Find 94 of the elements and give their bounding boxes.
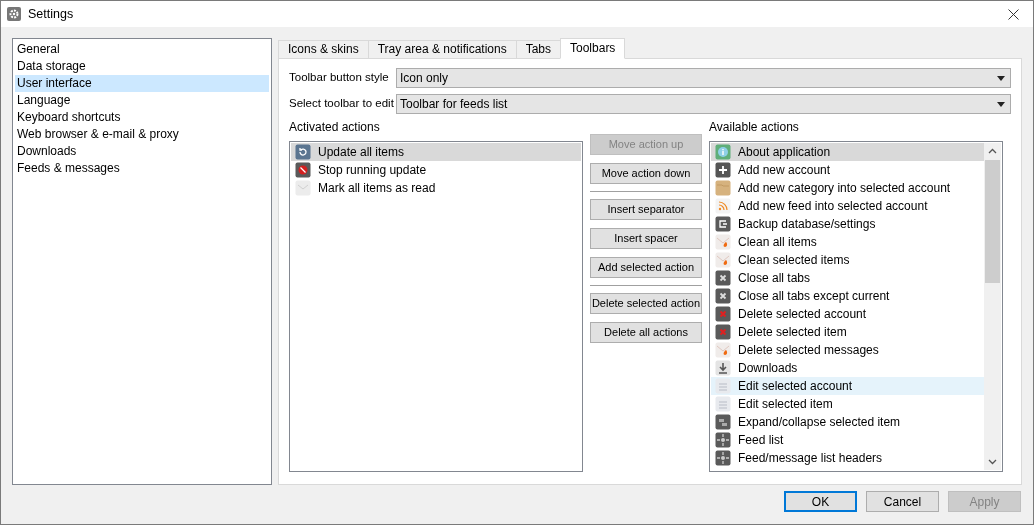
list-item[interactable]: Delete selected messages [711,341,984,359]
close-icon[interactable] [1008,8,1019,20]
item-label: About application [738,144,831,161]
close-icon [715,270,731,286]
tree-icon [715,414,731,430]
list-item[interactable]: Clean all items [711,233,984,251]
move-icon [715,450,731,466]
list-item[interactable]: Backup database/settings [711,215,984,233]
item-label: Feed list [738,432,784,449]
field-label: Toolbar button style [289,70,390,86]
sidebar-item[interactable]: General [15,41,269,58]
list-item[interactable]: Close all tabs except current [711,287,984,305]
tab[interactable]: Toolbars [560,38,626,59]
item-label: Add new account [738,162,831,179]
sidebar-item[interactable]: Language [15,92,269,109]
item-label: Add new feed into selected account [738,198,928,215]
window-title: Settings [28,5,74,23]
field-label: Select toolbar to edit [289,96,395,112]
list-item[interactable]: Feed list [711,431,984,449]
flame-envelope-icon [715,252,731,268]
item-label: Delete selected item [738,324,847,341]
caret-icon [997,101,1005,107]
list-item[interactable]: Add new account [711,161,984,179]
list-item[interactable]: Clean selected items [711,251,984,269]
delete-icon [715,324,731,340]
flame-envelope-icon [715,342,731,358]
list-item[interactable]: Add new feed into selected account [711,197,984,215]
list-item[interactable]: Downloads [711,359,984,377]
item-label: Clean all items [738,234,817,251]
dropdown[interactable]: Toolbar for feeds list [396,94,1011,114]
caret-icon [997,75,1005,81]
list-item[interactable]: Edit selected account [711,377,984,395]
item-label: Edit selected account [738,378,853,395]
item-label: Delete selected messages [738,342,879,359]
plus-icon [715,162,731,178]
dropdown[interactable]: Icon only [396,68,1011,88]
item-label: Update all items [318,144,405,161]
action-button[interactable]: Move action down [590,163,702,184]
item-label: Mark all items as read [318,180,436,197]
item-label: Stop running update [318,162,427,179]
item-label: Delete selected account [738,306,867,323]
item-label: Add new category into selected account [738,180,951,197]
move-icon [715,432,731,448]
sidebar-item[interactable]: Keyboard shortcuts [15,109,269,126]
list-item[interactable]: Add new category into selected account [711,179,984,197]
list-item[interactable]: Expand/collapse selected item [711,413,984,431]
scrollbar-thumb[interactable] [985,160,1000,283]
download-icon [715,360,731,376]
item-label: Clean selected items [738,252,850,269]
gear-icon [7,7,21,21]
sidebar-item[interactable]: Downloads [15,143,269,160]
sidebar-item[interactable]: Feeds & messages [15,160,269,177]
item-label: Backup database/settings [738,216,876,233]
info-icon [715,144,731,160]
item-label: Expand/collapse selected item [738,414,901,431]
list-item[interactable]: Update all items [291,143,581,161]
envelope-icon [295,180,311,196]
close-icon [715,288,731,304]
document-icon [715,378,731,394]
document-icon [715,396,731,412]
item-label: Close all tabs except current [738,288,890,305]
delete-icon [715,306,731,322]
scrollbar[interactable] [984,143,1001,470]
list-item[interactable]: Edit selected item [711,395,984,413]
rss-icon [715,198,731,214]
item-label: Close all tabs [738,270,811,287]
flame-envelope-icon [715,234,731,250]
tab[interactable]: Icons & skins [278,40,369,59]
stop-icon [295,162,311,178]
list-item[interactable]: Feed/message list headers [711,449,984,467]
list-item[interactable]: Stop running update [291,161,581,179]
action-button[interactable]: Insert spacer [590,228,702,249]
sidebar-item[interactable]: Data storage [15,58,269,75]
sidebar-item[interactable]: Web browser & e-mail & proxy [15,126,269,143]
list-item[interactable]: Close all tabs [711,269,984,287]
backup-icon [715,216,731,232]
dialog-button[interactable]: Cancel [866,491,939,512]
action-button[interactable]: Insert separator [590,199,702,220]
list-item[interactable]: Delete selected account [711,305,984,323]
dialog-button[interactable]: OK [784,491,857,512]
list-item[interactable]: Delete selected item [711,323,984,341]
list-item[interactable]: Mark all items as read [291,179,581,197]
action-button[interactable]: Delete selected action [590,293,702,314]
action-button[interactable]: Delete all actions [590,322,702,343]
list-title: Activated actions [289,121,381,134]
item-label: Feed/message list headers [738,450,883,467]
sidebar-item[interactable]: User interface [15,75,269,92]
list-item[interactable]: About application [711,143,984,161]
list-title: Available actions [709,121,800,134]
action-button[interactable]: Add selected action [590,257,702,278]
folder-icon [715,180,731,196]
item-label: Edit selected item [738,396,833,413]
refresh-icon [295,144,311,160]
item-label: Downloads [738,360,798,377]
